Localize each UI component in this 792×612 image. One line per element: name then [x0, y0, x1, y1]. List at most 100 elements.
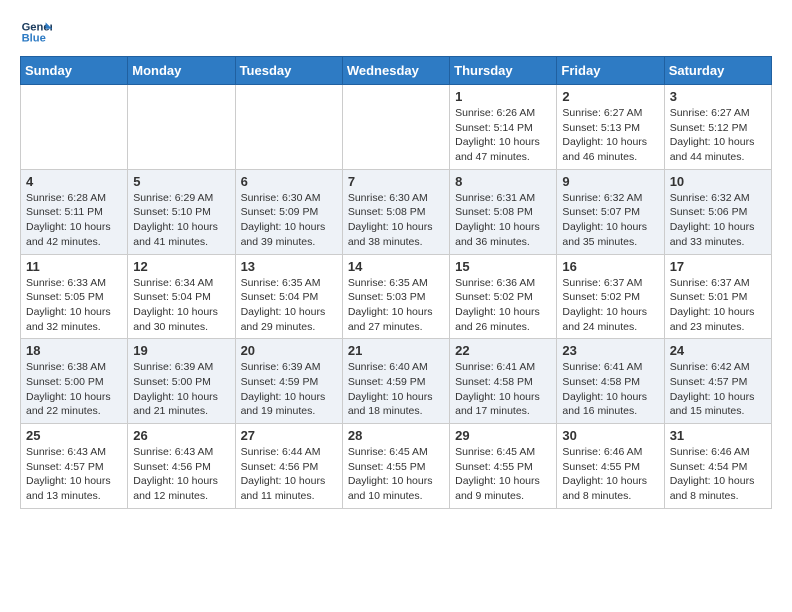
- calendar-week-2: 4Sunrise: 6:28 AM Sunset: 5:11 PM Daylig…: [21, 169, 772, 254]
- day-info: Sunrise: 6:32 AM Sunset: 5:06 PM Dayligh…: [670, 191, 766, 250]
- day-number: 11: [26, 259, 122, 274]
- calendar-day: 24Sunrise: 6:42 AM Sunset: 4:57 PM Dayli…: [664, 339, 771, 424]
- day-number: 9: [562, 174, 658, 189]
- calendar-header-thursday: Thursday: [450, 57, 557, 85]
- calendar-header-row: SundayMondayTuesdayWednesdayThursdayFrid…: [21, 57, 772, 85]
- day-info: Sunrise: 6:41 AM Sunset: 4:58 PM Dayligh…: [562, 360, 658, 419]
- calendar-header-friday: Friday: [557, 57, 664, 85]
- day-number: 14: [348, 259, 444, 274]
- calendar-header-tuesday: Tuesday: [235, 57, 342, 85]
- calendar-day: 21 Sunrise: 6:40 AM Sunset: 4:59 PM Dayli…: [342, 339, 449, 424]
- day-number: 18: [26, 343, 122, 358]
- calendar-day: 7 Sunrise: 6:30 AM Sunset: 5:08 PM Daylig…: [342, 169, 449, 254]
- day-info: Sunrise: 6:37 AM Sunset: 5:01 PM Dayligh…: [670, 276, 766, 335]
- day-info: Sunrise: 6:45 AM Sunset: 4:55 PM Dayligh…: [455, 445, 551, 504]
- calendar-day: 15Sunrise: 6:36 AM Sunset: 5:02 PM Dayli…: [450, 254, 557, 339]
- calendar-week-5: 25 Sunrise: 6:43 AM Sunset: 4:57 PM Dayli…: [21, 424, 772, 509]
- calendar-day: 22 Sunrise: 6:41 AM Sunset: 4:58 PM Dayli…: [450, 339, 557, 424]
- day-number: 2: [562, 89, 658, 104]
- day-number: 6: [241, 174, 337, 189]
- day-info: Sunrise: 6:29 AM Sunset: 5:10 PM Dayligh…: [133, 191, 229, 250]
- calendar-day: 9 Sunrise: 6:32 AM Sunset: 5:07 PM Daylig…: [557, 169, 664, 254]
- day-info: Sunrise: 6:31 AM Sunset: 5:08 PM Dayligh…: [455, 191, 551, 250]
- calendar-day: 8 Sunrise: 6:31 AM Sunset: 5:08 PM Daylig…: [450, 169, 557, 254]
- calendar-week-3: 11 Sunrise: 6:33 AM Sunset: 5:05 PM Dayli…: [21, 254, 772, 339]
- day-number: 28: [348, 428, 444, 443]
- day-info: Sunrise: 6:37 AM Sunset: 5:02 PM Dayligh…: [562, 276, 658, 335]
- calendar-week-1: 1 Sunrise: 6:26 AM Sunset: 5:14 PM Daylig…: [21, 85, 772, 170]
- day-number: 19: [133, 343, 229, 358]
- day-info: Sunrise: 6:33 AM Sunset: 5:05 PM Dayligh…: [26, 276, 122, 335]
- calendar-day: 29 Sunrise: 6:45 AM Sunset: 4:55 PM Dayli…: [450, 424, 557, 509]
- day-info: Sunrise: 6:39 AM Sunset: 4:59 PM Dayligh…: [241, 360, 337, 419]
- logo: General Blue: [20, 16, 52, 48]
- calendar-table: SundayMondayTuesdayWednesdayThursdayFrid…: [20, 56, 772, 509]
- calendar-day: 6Sunrise: 6:30 AM Sunset: 5:09 PM Daylig…: [235, 169, 342, 254]
- day-info: Sunrise: 6:35 AM Sunset: 5:03 PM Dayligh…: [348, 276, 444, 335]
- calendar-day: [342, 85, 449, 170]
- calendar-day: 26 Sunrise: 6:43 AM Sunset: 4:56 PM Dayli…: [128, 424, 235, 509]
- day-number: 4: [26, 174, 122, 189]
- calendar-day: 11 Sunrise: 6:33 AM Sunset: 5:05 PM Dayli…: [21, 254, 128, 339]
- calendar-day: 10 Sunrise: 6:32 AM Sunset: 5:06 PM Dayli…: [664, 169, 771, 254]
- day-number: 7: [348, 174, 444, 189]
- day-info: Sunrise: 6:46 AM Sunset: 4:54 PM Dayligh…: [670, 445, 766, 504]
- day-info: Sunrise: 6:43 AM Sunset: 4:56 PM Dayligh…: [133, 445, 229, 504]
- day-number: 8: [455, 174, 551, 189]
- day-info: Sunrise: 6:41 AM Sunset: 4:58 PM Dayligh…: [455, 360, 551, 419]
- day-info: Sunrise: 6:40 AM Sunset: 4:59 PM Dayligh…: [348, 360, 444, 419]
- day-number: 13: [241, 259, 337, 274]
- calendar-day: 28Sunrise: 6:45 AM Sunset: 4:55 PM Dayli…: [342, 424, 449, 509]
- day-number: 25: [26, 428, 122, 443]
- day-number: 17: [670, 259, 766, 274]
- calendar-day: 13Sunrise: 6:35 AM Sunset: 5:04 PM Dayli…: [235, 254, 342, 339]
- calendar-header-monday: Monday: [128, 57, 235, 85]
- day-number: 15: [455, 259, 551, 274]
- calendar-day: 4Sunrise: 6:28 AM Sunset: 5:11 PM Daylig…: [21, 169, 128, 254]
- calendar-day: 3Sunrise: 6:27 AM Sunset: 5:12 PM Daylig…: [664, 85, 771, 170]
- calendar-header-saturday: Saturday: [664, 57, 771, 85]
- day-info: Sunrise: 6:46 AM Sunset: 4:55 PM Dayligh…: [562, 445, 658, 504]
- calendar-day: 18 Sunrise: 6:38 AM Sunset: 5:00 PM Dayli…: [21, 339, 128, 424]
- day-number: 16: [562, 259, 658, 274]
- calendar-day: 14 Sunrise: 6:35 AM Sunset: 5:03 PM Dayli…: [342, 254, 449, 339]
- day-number: 1: [455, 89, 551, 104]
- calendar-day: [235, 85, 342, 170]
- day-number: 12: [133, 259, 229, 274]
- day-info: Sunrise: 6:34 AM Sunset: 5:04 PM Dayligh…: [133, 276, 229, 335]
- day-info: Sunrise: 6:44 AM Sunset: 4:56 PM Dayligh…: [241, 445, 337, 504]
- calendar-day: 25 Sunrise: 6:43 AM Sunset: 4:57 PM Dayli…: [21, 424, 128, 509]
- day-number: 29: [455, 428, 551, 443]
- calendar-day: 5Sunrise: 6:29 AM Sunset: 5:10 PM Daylig…: [128, 169, 235, 254]
- day-number: 22: [455, 343, 551, 358]
- calendar-day: 23 Sunrise: 6:41 AM Sunset: 4:58 PM Dayli…: [557, 339, 664, 424]
- calendar-day: [128, 85, 235, 170]
- calendar-day: 19 Sunrise: 6:39 AM Sunset: 5:00 PM Dayli…: [128, 339, 235, 424]
- day-number: 10: [670, 174, 766, 189]
- page-header: General Blue: [20, 16, 772, 48]
- day-info: Sunrise: 6:38 AM Sunset: 5:00 PM Dayligh…: [26, 360, 122, 419]
- day-info: Sunrise: 6:27 AM Sunset: 5:12 PM Dayligh…: [670, 106, 766, 165]
- calendar-header-sunday: Sunday: [21, 57, 128, 85]
- day-number: 27: [241, 428, 337, 443]
- day-info: Sunrise: 6:39 AM Sunset: 5:00 PM Dayligh…: [133, 360, 229, 419]
- day-number: 31: [670, 428, 766, 443]
- day-info: Sunrise: 6:27 AM Sunset: 5:13 PM Dayligh…: [562, 106, 658, 165]
- calendar-day: 27 Sunrise: 6:44 AM Sunset: 4:56 PM Dayli…: [235, 424, 342, 509]
- calendar-day: 17 Sunrise: 6:37 AM Sunset: 5:01 PM Dayli…: [664, 254, 771, 339]
- calendar-day: [21, 85, 128, 170]
- day-info: Sunrise: 6:30 AM Sunset: 5:08 PM Dayligh…: [348, 191, 444, 250]
- calendar-day: 2 Sunrise: 6:27 AM Sunset: 5:13 PM Daylig…: [557, 85, 664, 170]
- calendar-header-wednesday: Wednesday: [342, 57, 449, 85]
- svg-text:Blue: Blue: [22, 33, 46, 45]
- day-number: 24: [670, 343, 766, 358]
- calendar-day: 31 Sunrise: 6:46 AM Sunset: 4:54 PM Dayli…: [664, 424, 771, 509]
- day-info: Sunrise: 6:26 AM Sunset: 5:14 PM Dayligh…: [455, 106, 551, 165]
- day-info: Sunrise: 6:43 AM Sunset: 4:57 PM Dayligh…: [26, 445, 122, 504]
- day-info: Sunrise: 6:32 AM Sunset: 5:07 PM Dayligh…: [562, 191, 658, 250]
- day-number: 26: [133, 428, 229, 443]
- day-number: 23: [562, 343, 658, 358]
- day-number: 21: [348, 343, 444, 358]
- calendar-day: 30Sunrise: 6:46 AM Sunset: 4:55 PM Dayli…: [557, 424, 664, 509]
- calendar-day: 20Sunrise: 6:39 AM Sunset: 4:59 PM Dayli…: [235, 339, 342, 424]
